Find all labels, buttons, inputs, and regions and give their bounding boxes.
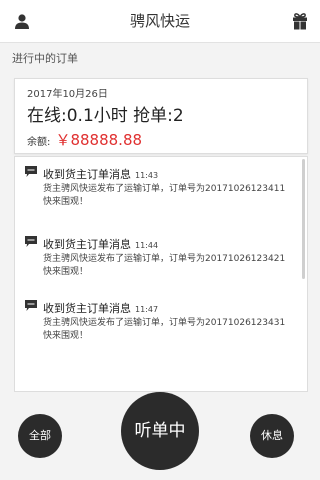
summary-stats: 在线:0.1小时 抢单:2 [27, 106, 184, 126]
app-title: 骋风快运 [129, 12, 190, 30]
message-time: 11:44 [135, 241, 159, 250]
gift-icon[interactable] [292, 12, 308, 30]
balance-value: ￥88888.88 [55, 131, 143, 149]
message-body: 货主骋风快运发布了运输订单，订单号为20171026123431快来围观！ [43, 318, 286, 341]
message-title: 收到货主订单消息 [43, 238, 131, 251]
order-summary-card: 2017年10月26日 在线:0.1小时 抢单:2 余额: ￥88888.88 [14, 78, 308, 154]
chat-bubble-icon [25, 236, 37, 247]
message-body: 货主骋风快运发布了运输订单，订单号为20171026123421快来围观！ [43, 254, 286, 277]
message-title: 收到货主订单消息 [43, 302, 131, 315]
message-time: 11:47 [135, 305, 159, 314]
balance-row: 余额: ￥88888.88 [27, 129, 142, 150]
all-orders-button[interactable]: 全部 [18, 414, 62, 458]
list-item[interactable]: 收到货主订单消息 11:43 货主骋风快运发布了运输订单，订单号为20171026… [15, 157, 307, 225]
list-item[interactable]: 收到货主订单消息 11:44 货主骋风快运发布了运输订单，订单号为20171026… [15, 227, 307, 295]
section-label: 进行中的订单 [12, 52, 78, 65]
rest-button[interactable]: 休息 [250, 414, 294, 458]
app-header: 骋风快运 [0, 0, 320, 43]
summary-date: 2017年10月26日 [27, 89, 108, 100]
chat-bubble-icon [25, 166, 37, 177]
chat-bubble-icon [25, 300, 37, 311]
message-time: 11:43 [135, 171, 159, 180]
message-list[interactable]: 收到货主订单消息 11:43 货主骋风快运发布了运输订单，订单号为20171026… [14, 156, 308, 392]
message-title: 收到货主订单消息 [43, 168, 131, 181]
message-body: 货主骋风快运发布了运输订单，订单号为20171026123411快来围观！ [43, 184, 286, 207]
list-item[interactable]: 收到货主订单消息 11:47 货主骋风快运发布了运输订单，订单号为20171026… [15, 291, 307, 359]
balance-label: 余额: [27, 137, 51, 148]
listening-orders-button[interactable]: 听单中 [121, 392, 199, 470]
